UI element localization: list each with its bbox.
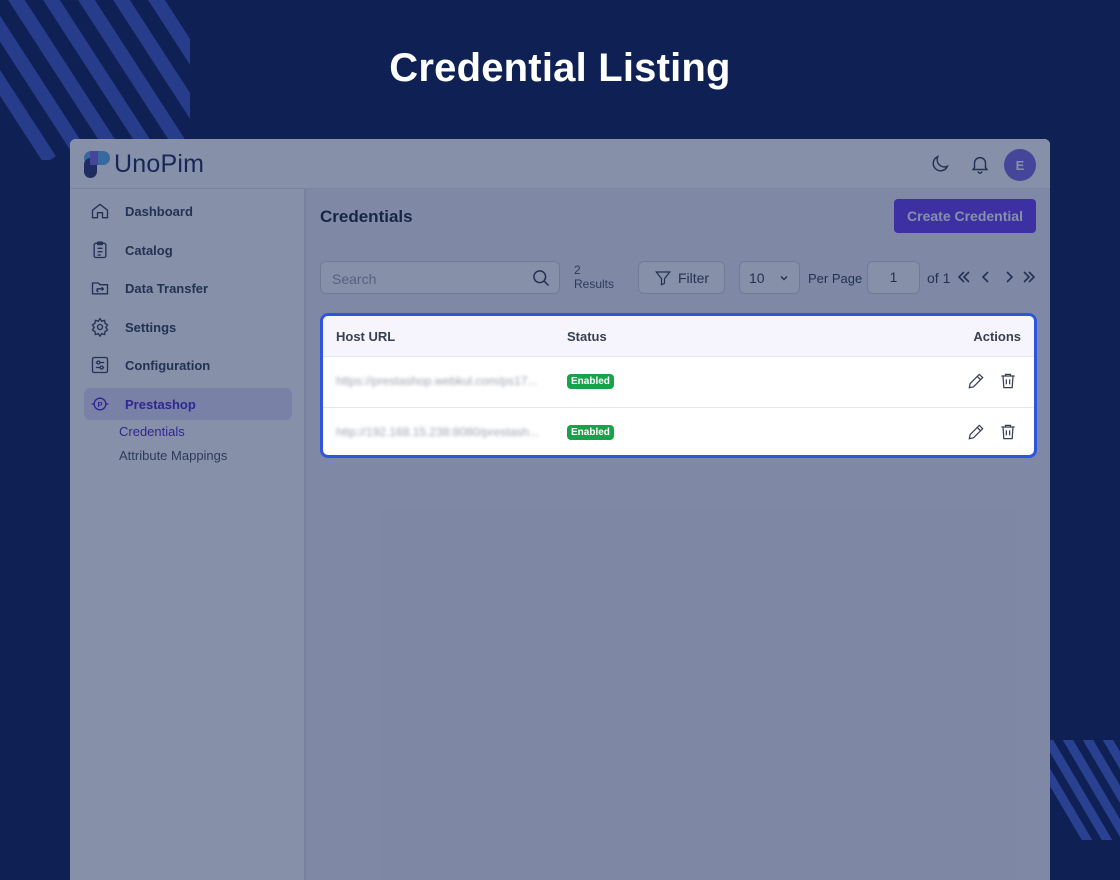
delete-icon[interactable] <box>998 422 1018 442</box>
search-placeholder: Search <box>332 271 377 287</box>
search-input[interactable]: Search <box>320 261 560 294</box>
last-page-icon[interactable] <box>1021 269 1037 285</box>
sidebar-item-label: Settings <box>125 319 177 335</box>
sidebar-subitem-credentials[interactable]: Credentials <box>119 424 185 439</box>
delete-icon[interactable] <box>998 371 1018 391</box>
decorative-stripes <box>1045 740 1120 840</box>
status-badge: Enabled <box>567 425 614 440</box>
credentials-table: Host URL Status Actions https://prestash… <box>320 313 1037 458</box>
sidebar-item-label: Prestashop <box>125 396 196 412</box>
sidebar-item-configuration[interactable]: Configuration <box>84 349 292 381</box>
table-header: Host URL Status Actions <box>323 316 1034 357</box>
top-bar: UnoPim E <box>70 139 1050 189</box>
sidebar-item-label: Dashboard <box>125 203 193 219</box>
search-icon[interactable] <box>531 268 551 288</box>
previous-page-icon[interactable] <box>978 269 994 285</box>
filter-button[interactable]: Filter <box>638 261 725 294</box>
per-page-label: Per Page <box>808 271 863 286</box>
column-header-actions: Actions <box>973 329 1021 344</box>
app-window: UnoPim E Dashboard Catalog Data Transfer… <box>70 139 1050 880</box>
chevron-down-icon <box>780 276 788 281</box>
logo[interactable]: UnoPim <box>84 150 204 179</box>
home-icon <box>91 203 109 219</box>
per-page-value: 10 <box>749 270 765 286</box>
brand-name: UnoPim <box>114 150 205 178</box>
sidebar-item-label: Catalog <box>125 242 173 258</box>
hero-title: Credential Listing <box>389 46 731 90</box>
per-page-select[interactable]: 10 <box>739 261 800 294</box>
page-total-label: of 1 <box>927 270 951 286</box>
credentials-table-highlight: Host URL Status Actions https://prestash… <box>320 313 1037 458</box>
bell-icon[interactable] <box>969 153 991 175</box>
sidebar-item-settings[interactable]: Settings <box>84 311 292 343</box>
sidebar-item-dashboard[interactable]: Dashboard <box>84 195 292 227</box>
gear-icon <box>91 317 109 337</box>
first-page-icon[interactable] <box>956 269 972 285</box>
sidebar: Dashboard Catalog Data Transfer Settings <box>70 189 306 880</box>
sidebar-item-data-transfer[interactable]: Data Transfer <box>84 272 292 304</box>
clipboard-icon <box>93 241 107 259</box>
host-url-cell: https://prestashop.webkul.com/ps17... <box>336 374 538 388</box>
sidebar-subitem-attribute-mappings[interactable]: Attribute Mappings <box>119 448 227 463</box>
main-content: Credentials Create Credential Search 2 R… <box>308 189 1050 880</box>
sidebar-item-prestashop[interactable]: P Prestashop <box>84 388 292 420</box>
prestashop-icon: P <box>91 397 109 411</box>
moon-icon[interactable] <box>929 153 951 175</box>
filter-label: Filter <box>677 269 710 286</box>
logo-icon <box>84 151 110 178</box>
page-title: Credentials <box>320 207 413 226</box>
column-header-host-url: Host URL <box>336 329 396 344</box>
column-header-status: Status <box>567 329 607 344</box>
results-count: 2 Results <box>574 263 615 291</box>
edit-icon[interactable] <box>966 422 986 442</box>
sidebar-item-catalog[interactable]: Catalog <box>84 234 292 266</box>
edit-icon[interactable] <box>966 371 986 391</box>
host-url-cell: http://192.168.15.238:8080/prestash... <box>336 425 539 439</box>
folder-transfer-icon <box>91 282 109 295</box>
sidebar-item-label: Configuration <box>125 357 211 373</box>
status-badge: Enabled <box>567 374 614 389</box>
sidebar-item-label: Data Transfer <box>125 280 209 296</box>
page-number-input[interactable]: 1 <box>867 261 920 294</box>
sliders-icon <box>91 356 109 374</box>
filter-icon <box>654 270 671 286</box>
create-credential-button[interactable]: Create Credential <box>894 199 1036 233</box>
avatar[interactable]: E <box>1004 149 1036 181</box>
svg-text:P: P <box>98 400 103 409</box>
table-row: http://192.168.15.238:8080/prestash... E… <box>323 408 1034 455</box>
next-page-icon[interactable] <box>1001 269 1017 285</box>
table-row: https://prestashop.webkul.com/ps17... En… <box>323 357 1034 408</box>
